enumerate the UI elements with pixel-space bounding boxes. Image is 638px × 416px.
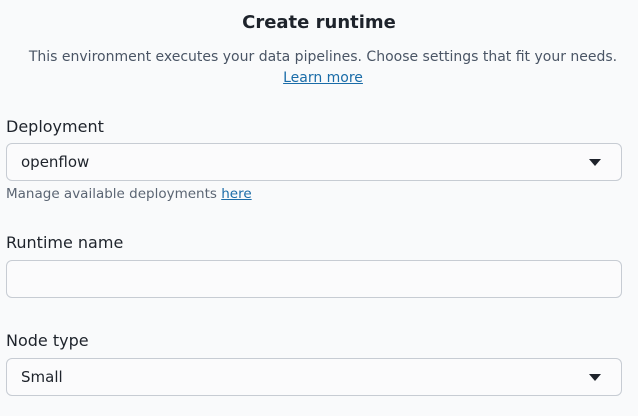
dialog-description: This environment executes your data pipe… [28,49,618,65]
chevron-down-icon [589,374,601,381]
manage-deployments-link[interactable]: here [221,186,251,202]
deployment-hint: Manage available deployments here [6,186,252,202]
node-type-selected-value: Small [21,368,63,386]
learn-more-link[interactable]: Learn more [283,70,363,86]
learn-more-row: Learn more [0,68,638,88]
chevron-down-icon [589,159,601,166]
node-type-label: Node type [6,331,89,350]
runtime-name-input[interactable] [7,261,621,297]
create-runtime-dialog: Create runtime This environment executes… [0,0,638,416]
deployment-selected-value: openflow [21,153,90,171]
deployment-label: Deployment [6,117,104,136]
deployment-hint-text: Manage available deployments [6,186,222,202]
deployment-select[interactable]: openflow [6,143,622,181]
dialog-title: Create runtime [242,12,396,33]
runtime-name-label: Runtime name [6,233,124,252]
runtime-name-field[interactable] [6,260,622,298]
node-type-select[interactable]: Small [6,358,622,396]
